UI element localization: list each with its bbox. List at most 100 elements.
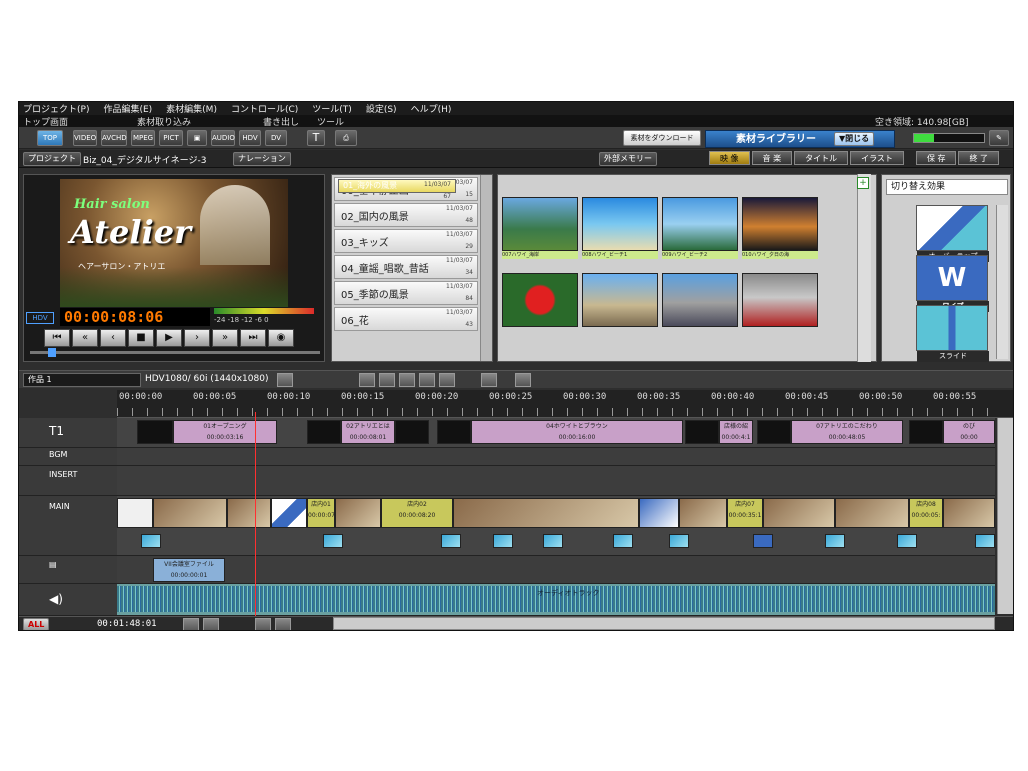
bgm-track[interactable] [117,448,995,466]
library-close-button[interactable]: ▼閉じる [834,132,875,146]
title-clip[interactable]: 店様の紹 00:00:4:1 [719,420,753,444]
main-clip[interactable]: 店内08 00:00:05: [909,498,943,528]
tab-music[interactable]: 音 楽 [751,151,793,165]
folder-item[interactable]: 02_国内の風景 11/03/07 48 [334,203,478,227]
transition-icon[interactable] [441,534,461,548]
narration-button[interactable]: ナレーション [233,152,291,166]
track-header-title[interactable]: T1 [19,418,117,448]
save-button[interactable]: 保 存 [915,151,957,165]
main-clip[interactable]: 店内01 00:00:07: [307,498,335,528]
timeline-ruler[interactable]: 00:00:00 00:00:05 00:00:10 00:00:15 00:0… [117,390,1013,418]
audio-track[interactable]: オーディオトラック [117,584,995,616]
folder-scrollbar[interactable] [480,175,492,361]
video-import-button[interactable]: VIDEO [73,130,97,146]
track-header-insert[interactable]: INSERT [19,466,117,496]
scrub-bar[interactable] [30,348,320,357]
title-clip[interactable]: 04ホワイトとブラウン 00:00:16:00 [471,420,683,444]
zoom-in-icon[interactable]: + [857,177,869,189]
title-clip[interactable] [437,420,471,444]
main-clip[interactable] [153,498,227,528]
top-button[interactable]: TOP [37,130,63,146]
thumbnail[interactable]: 008ハワイ_ビーチ1 [582,197,658,259]
menu-tools[interactable]: ツール(T) [312,102,352,115]
pict-import-button[interactable]: PICT [159,130,183,146]
wipe-transition-icon[interactable] [753,534,773,548]
effect-overlap[interactable]: オーバーラップ [916,205,989,262]
transition-icon[interactable] [897,534,917,548]
track-header-main[interactable]: MAIN [19,496,117,556]
play-button[interactable]: ▶ [156,329,182,347]
menu-control[interactable]: コントロール(C) [231,102,298,115]
delete-clip-button[interactable] [439,373,455,387]
go-end-button[interactable]: ⏭ [240,329,266,347]
folder-item[interactable]: 05_季節の風景 11/03/07 84 [334,281,478,305]
transition-icon[interactable] [493,534,513,548]
transition-icon[interactable] [543,534,563,548]
thumbnail[interactable] [502,273,578,335]
title-clip[interactable]: 07アトリエのこだわり 00:00:48:05 [791,420,903,444]
main-clip[interactable] [679,498,727,528]
thumbnail[interactable] [742,273,818,335]
stop-button[interactable]: ■ [128,329,154,347]
main-clip[interactable] [227,498,271,528]
main-clip[interactable] [335,498,381,528]
main-clip[interactable]: 店内07 00:00:35:1 [727,498,763,528]
tab-video[interactable]: 映 像 [709,151,750,165]
preview-video[interactable]: Hair salon Atelier ヘアーサロン・アトリエ [60,179,288,307]
thumbnail-scrollbar[interactable] [857,174,871,362]
title-clip[interactable] [757,420,791,444]
title-clip[interactable] [685,420,719,444]
avchd-import-button[interactable]: AVCHD [101,130,127,146]
main-clip[interactable] [763,498,835,528]
main-clip[interactable] [639,498,679,528]
menu-help[interactable]: ヘルプ(H) [411,102,452,115]
step-forward-button[interactable]: › [184,329,210,347]
cut-button[interactable] [515,373,531,387]
title-clip[interactable] [137,420,173,444]
thumbnail[interactable] [582,273,658,335]
timeline-vertical-scrollbar[interactable] [997,418,1013,614]
title-track[interactable]: 01オープニング 00:00:03:16 02アトリエとは 00:00:08:01 … [117,418,995,448]
track-header-bgm[interactable]: BGM [19,448,117,466]
zoom-out-icon[interactable] [255,618,271,630]
title-clip[interactable]: のび 00:00 [943,420,995,444]
pen-icon[interactable]: ✎ [989,130,1009,146]
printer-icon[interactable]: ⎙ [335,130,357,146]
timeline-horizontal-scrollbar[interactable] [333,617,995,630]
scrub-handle[interactable] [48,348,56,357]
title-clip[interactable] [395,420,429,444]
transition-icon[interactable] [669,534,689,548]
zoom-in-timeline-icon[interactable] [275,618,291,630]
folder-item[interactable]: 01_海外の風景 11/03/07 67 [338,179,456,200]
fast-forward-button[interactable]: » [212,329,238,347]
mpeg-import-button[interactable]: MPEG [131,130,155,146]
tab-title[interactable]: タイトル [794,151,849,165]
trim-out-button[interactable] [399,373,415,387]
trim-in-button[interactable] [379,373,395,387]
loop-button[interactable]: ◉ [268,329,294,347]
join-button[interactable] [481,373,497,387]
main-clip[interactable] [835,498,909,528]
menu-edit[interactable]: 作品編集(E) [103,102,152,115]
go-start-button[interactable]: ⏮ [44,329,70,347]
title-button[interactable]: T [307,130,325,146]
ripple-button[interactable] [419,373,435,387]
sub-track[interactable]: VII会議室ファイル 00:00:00:01 [117,556,995,584]
title-clip[interactable]: 01オープニング 00:00:03:16 [173,420,277,444]
effect-category-select[interactable]: 切り替え効果 [886,179,1008,195]
effects-scrollbar[interactable] [996,205,1008,359]
transition-icon[interactable] [613,534,633,548]
sub-clip[interactable]: VII会議室ファイル 00:00:00:01 [153,558,225,582]
tab-illust[interactable]: イラスト [850,151,904,165]
insert-track[interactable] [117,466,995,496]
transition-icon[interactable] [825,534,845,548]
title-clip[interactable] [307,420,341,444]
rewind-button[interactable]: « [72,329,98,347]
effect-wipe[interactable]: Wワイプ [916,255,989,312]
transition-icon[interactable] [975,534,995,548]
main-clip[interactable] [943,498,995,528]
main-clip[interactable] [117,498,153,528]
track-header-audio[interactable]: ◀) [19,584,117,616]
track-header-sub[interactable]: ▤ [19,556,117,584]
folder-item[interactable]: 03_キッズ 11/03/07 29 [334,229,478,253]
